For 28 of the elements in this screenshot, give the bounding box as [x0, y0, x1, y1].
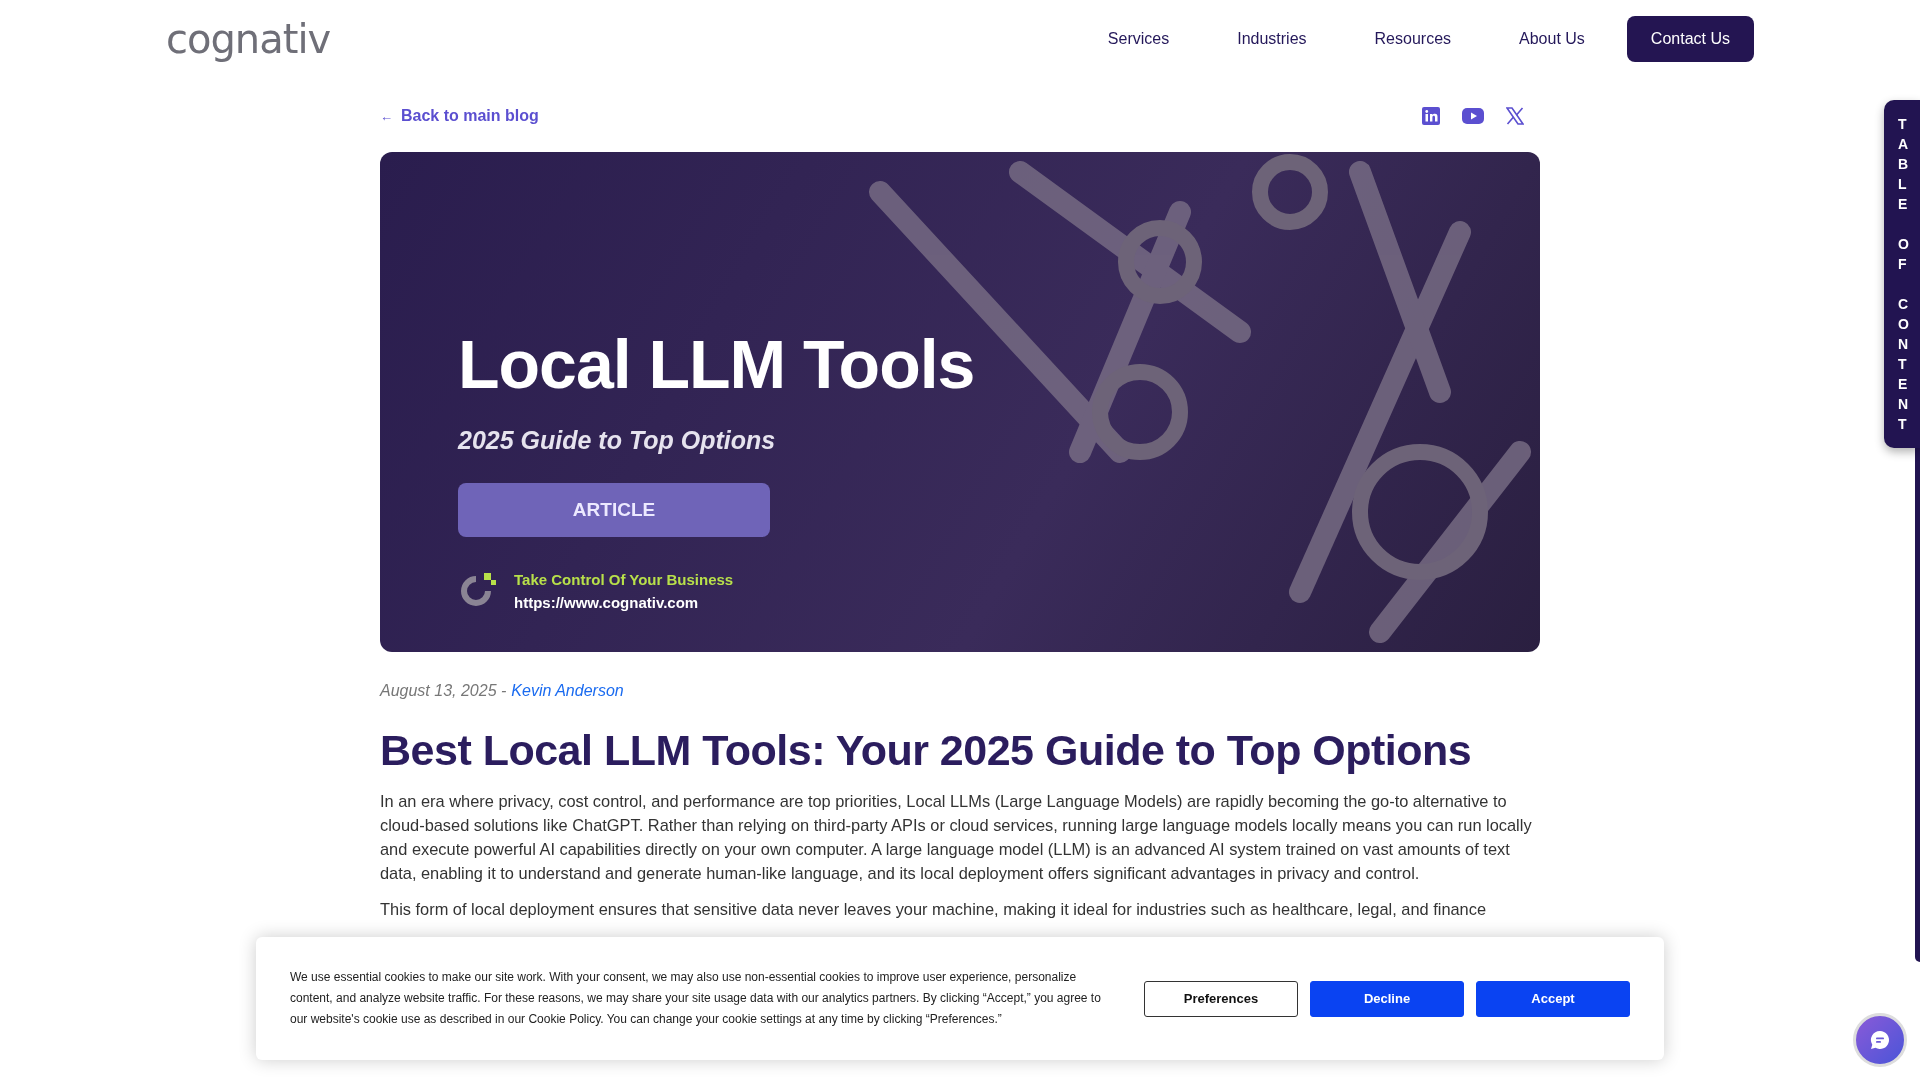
cookie-button[interactable]: Preferences — [1144, 980, 1298, 1017]
logo[interactable]: cognativ — [166, 16, 331, 62]
article-paragraph: This form of local deployment ensures that sensitive data never leaves your machine, making it ideal for industries such as healthcare, legal, and finance — [380, 899, 1488, 920]
preferences-link[interactable]: Preferences — [929, 1012, 995, 1026]
contact-button[interactable]: Contact Us — [1626, 16, 1754, 62]
cookie-notice-text: We use essential cookies to make our site work. With your consent, we may also use non-essential cookies to improve user experience, personalize content, and analyze website traffic. For these reasons, we may share your site usage data with our analytics partners. By clicking “Accept,” you agree to our website's cookie use as described in our Cookie Policy. You can change your cookie settings at any time by clicking “Preferences.” — [290, 969, 1102, 1028]
nav-link[interactable]: Industries — [1203, 30, 1341, 48]
article-title: Best Local LLM Tools: Your 2025 Guide to Top Options — [380, 726, 1473, 775]
youtube-icon[interactable] — [1462, 108, 1484, 124]
cookie-button[interactable]: Decline — [1310, 980, 1464, 1017]
author-link[interactable]: Kevin Anderson — [511, 682, 624, 700]
banner-title: Local LLM Tools — [458, 330, 975, 398]
cookie-button[interactable]: Accept — [1476, 980, 1630, 1017]
post-date: August 13, 2025 - — [380, 682, 507, 700]
banner-tagline: Take Control Of Your Business — [514, 571, 734, 588]
nav-link[interactable]: Resources — [1340, 30, 1486, 48]
x-icon[interactable] — [1506, 107, 1524, 125]
back-link[interactable]: ← Back to main blog — [380, 107, 539, 125]
article-badge: ARTICLE — [458, 483, 770, 537]
linkedin-icon[interactable] — [1422, 107, 1440, 125]
table-of-contents-tab[interactable]: TABLE OF CONTENT — [1884, 100, 1920, 448]
chat-bubble-icon — [1869, 1029, 1891, 1051]
banner-subtitle: 2025 Guide to Top Options — [458, 426, 776, 455]
article-paragraph: In an era where privacy, cost control, and performance are top priorities, Local LLMs (Large Language Models) are rapidly becoming the go-to alternative to cloud-based solutions like ChatGPT. Rather than relying on third-party APIs or cloud services, running large language models locally means you can run locally and execute powerful AI capabilities directly on your own computer. A large language model (LLM) is an advanced AI system trained on vast amounts of text data, enabling it to understand and generate human-like language, and its local deployment offers significant advantages in privacy and control. — [380, 791, 1533, 884]
banner-url: https://www.cognativ.com — [514, 594, 700, 611]
nav-link[interactable]: About Us — [1485, 30, 1619, 48]
nav-link[interactable]: Services — [1073, 30, 1204, 48]
chat-button[interactable] — [1853, 1013, 1907, 1067]
